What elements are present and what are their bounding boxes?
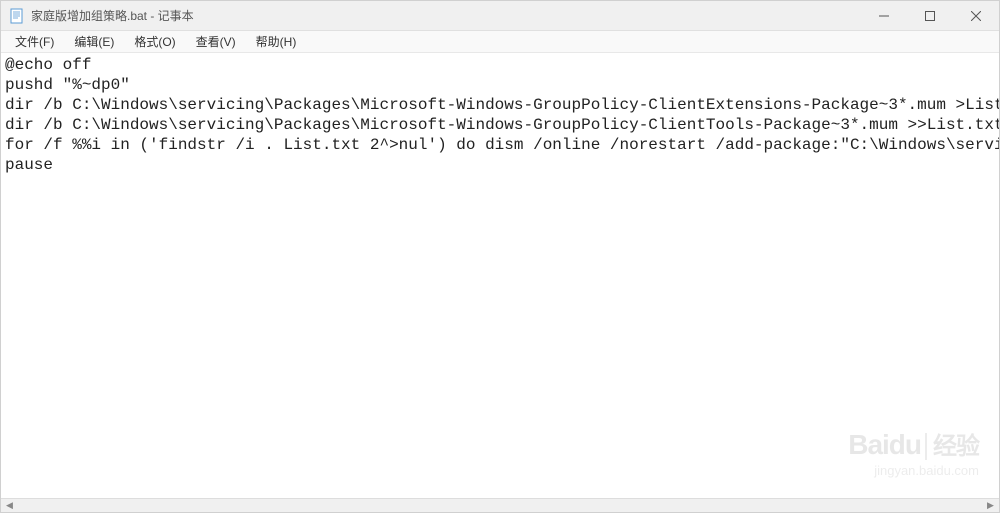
code-line: pushd "%~dp0": [5, 76, 130, 94]
close-button[interactable]: [953, 1, 999, 30]
watermark-url: jingyan.baidu.com: [848, 463, 979, 478]
code-line: for /f %%i in ('findstr /i . List.txt 2^…: [5, 136, 999, 154]
menu-file[interactable]: 文件(F): [5, 31, 64, 52]
notepad-window: 家庭版增加组策略.bat - 记事本 文件(F) 编辑(E) 格式(O) 查看(…: [0, 0, 1000, 513]
minimize-button[interactable]: [861, 1, 907, 30]
menu-edit[interactable]: 编辑(E): [64, 31, 124, 52]
scroll-right-icon[interactable]: ▶: [982, 498, 999, 512]
code-line: pause: [5, 156, 53, 174]
code-line: dir /b C:\Windows\servicing\Packages\Mic…: [5, 116, 999, 134]
editor-content[interactable]: @echo off pushd "%~dp0" dir /b C:\Window…: [1, 53, 999, 177]
titlebar: 家庭版增加组策略.bat - 记事本: [1, 1, 999, 31]
menu-view[interactable]: 查看(V): [186, 31, 246, 52]
menu-format[interactable]: 格式(O): [124, 31, 185, 52]
menu-help[interactable]: 帮助(H): [246, 31, 307, 52]
maximize-button[interactable]: [907, 1, 953, 30]
notepad-icon: [9, 8, 25, 24]
window-title: 家庭版增加组策略.bat - 记事本: [31, 7, 194, 24]
watermark: Baidu经验 jingyan.baidu.com: [848, 426, 979, 478]
horizontal-scrollbar[interactable]: ◀ ▶: [1, 498, 999, 512]
code-line: dir /b C:\Windows\servicing\Packages\Mic…: [5, 96, 999, 114]
watermark-brand-cn: 经验: [925, 433, 979, 460]
editor-area[interactable]: @echo off pushd "%~dp0" dir /b C:\Window…: [1, 53, 999, 498]
menubar: 文件(F) 编辑(E) 格式(O) 查看(V) 帮助(H): [1, 31, 999, 53]
window-controls: [861, 1, 999, 30]
watermark-logo: Baidu经验: [848, 426, 979, 461]
titlebar-left: 家庭版增加组策略.bat - 记事本: [1, 7, 194, 24]
scroll-left-icon[interactable]: ◀: [1, 498, 18, 512]
watermark-brand: Baidu: [848, 429, 921, 460]
code-line: @echo off: [5, 56, 91, 74]
